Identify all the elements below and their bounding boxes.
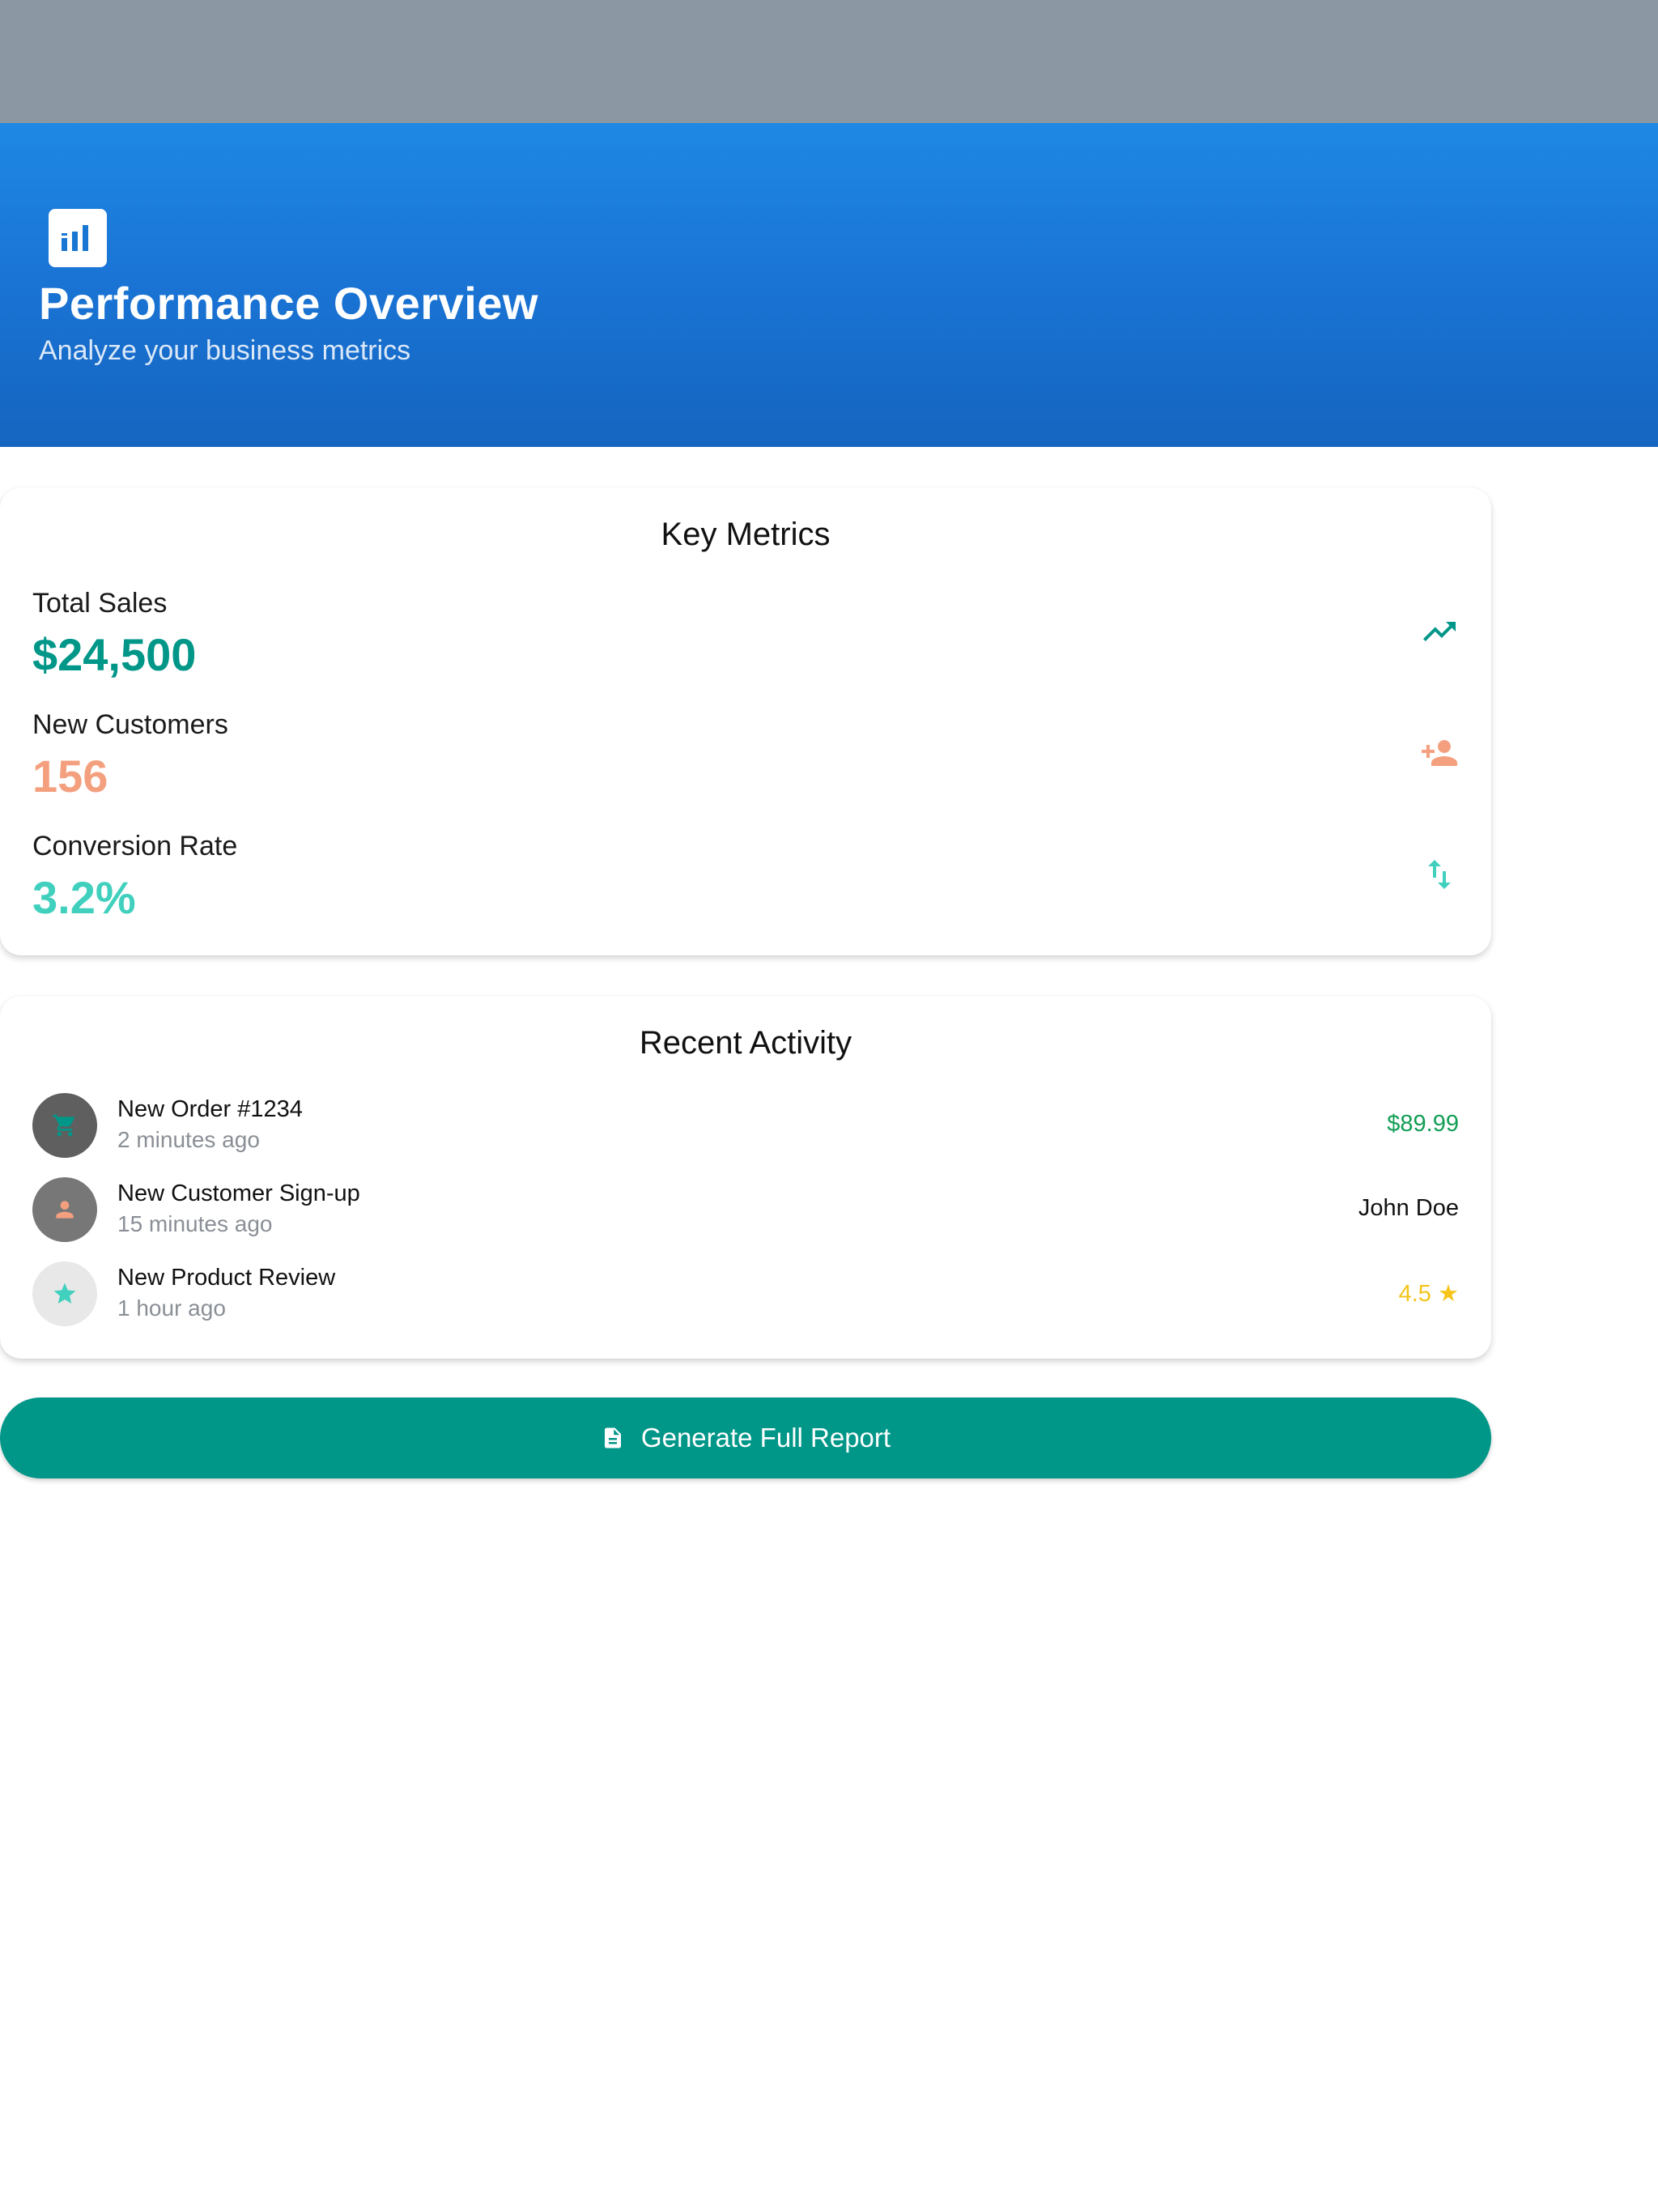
trending-up-icon bbox=[1420, 612, 1459, 651]
review-rating: 4.5 ★ bbox=[1398, 1281, 1459, 1307]
description-icon bbox=[604, 1427, 621, 1448]
page-header: Performance Overview Analyze your busine… bbox=[0, 123, 1658, 447]
metric-value: $24,500 bbox=[32, 629, 197, 680]
activity-time: 2 minutes ago bbox=[117, 1127, 260, 1152]
metric-value: 156 bbox=[32, 751, 108, 802]
avatar bbox=[32, 1177, 97, 1242]
activity-item[interactable]: New Product Review 1 hour ago 4.5 ★ bbox=[32, 1261, 1459, 1329]
activity-time: 1 hour ago bbox=[117, 1295, 226, 1321]
metric-label: Conversion Rate bbox=[32, 831, 238, 861]
swap-vert-icon bbox=[1420, 855, 1459, 894]
metric-label: New Customers bbox=[32, 709, 228, 740]
activity-title: New Order #1234 bbox=[117, 1096, 303, 1122]
activity-title: New Customer Sign-up bbox=[117, 1180, 360, 1206]
activity-value: John Doe bbox=[1358, 1195, 1459, 1221]
generate-report-label: Generate Full Report bbox=[640, 1423, 891, 1453]
star-icon bbox=[53, 1283, 76, 1304]
recent-activity-title: Recent Activity bbox=[639, 1025, 852, 1061]
activity-value: $89.99 bbox=[1387, 1111, 1459, 1137]
metric-value: 3.2% bbox=[32, 872, 136, 923]
key-metrics-card: Key Metrics Total Sales $24,500 New Cust… bbox=[0, 487, 1491, 955]
person-icon bbox=[56, 1201, 74, 1219]
metric-total-sales: Total Sales $24,500 bbox=[32, 588, 1459, 693]
recent-activity-card: Recent Activity New Order #1234 2 minute… bbox=[0, 996, 1491, 1359]
status-bar bbox=[0, 0, 1658, 123]
bar-chart-icon bbox=[49, 209, 107, 267]
shopping-cart-icon bbox=[53, 1114, 75, 1137]
page-subtitle: Analyze your business metrics bbox=[39, 335, 411, 366]
activity-title: New Product Review bbox=[117, 1265, 336, 1291]
metric-label: Total Sales bbox=[32, 588, 168, 619]
avatar bbox=[32, 1261, 97, 1326]
generate-report-button[interactable]: Generate Full Report bbox=[0, 1397, 1491, 1478]
activity-item[interactable]: New Customer Sign-up 15 minutes ago John… bbox=[32, 1177, 1459, 1245]
key-metrics-title: Key Metrics bbox=[661, 517, 831, 552]
metric-new-customers: New Customers 156 bbox=[32, 709, 1459, 815]
activity-time: 15 minutes ago bbox=[117, 1211, 273, 1236]
person-add-icon bbox=[1420, 734, 1459, 772]
metric-conversion-rate: Conversion Rate 3.2% bbox=[32, 831, 1459, 936]
avatar bbox=[32, 1093, 97, 1158]
activity-item[interactable]: New Order #1234 2 minutes ago $89.99 bbox=[32, 1093, 1459, 1161]
page-title: Performance Overview bbox=[39, 278, 538, 329]
